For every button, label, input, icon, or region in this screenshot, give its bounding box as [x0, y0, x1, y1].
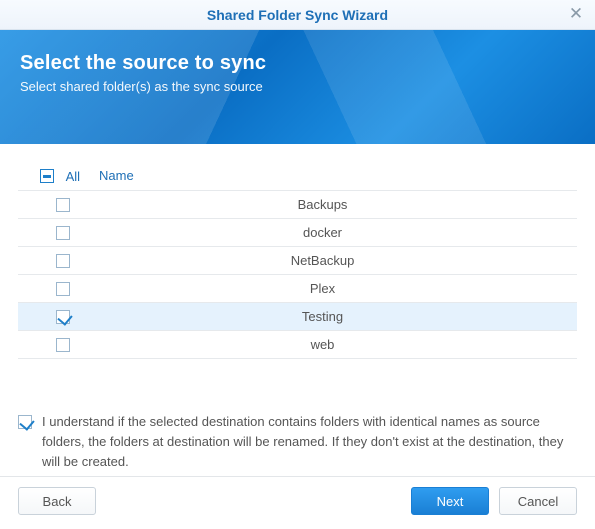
footer: Back Next Cancel: [0, 476, 595, 529]
table-row[interactable]: Backups: [18, 190, 577, 218]
row-checkbox[interactable]: [56, 198, 70, 212]
column-header-all-label: All: [66, 169, 80, 184]
row-checkbox[interactable]: [56, 226, 70, 240]
column-header-all[interactable]: All: [18, 162, 98, 190]
wizard-window: Shared Folder Sync Wizard ✕ Select the s…: [0, 0, 595, 529]
table-row[interactable]: Plex: [18, 274, 577, 302]
acknowledge-text: I understand if the selected destination…: [42, 412, 577, 472]
table-row[interactable]: docker: [18, 218, 577, 246]
row-checkbox[interactable]: [56, 254, 70, 268]
row-name: NetBackup: [98, 246, 547, 274]
row-name: web: [98, 330, 547, 358]
titlebar: Shared Folder Sync Wizard ✕: [0, 0, 595, 30]
close-icon[interactable]: ✕: [567, 5, 585, 23]
page-title: Select the source to sync: [20, 52, 575, 75]
next-button[interactable]: Next: [411, 487, 489, 515]
column-header-name[interactable]: Name: [98, 162, 547, 190]
cancel-button[interactable]: Cancel: [499, 487, 577, 515]
content-area: All Name BackupsdockerNetBackupPlexTesti…: [0, 144, 595, 394]
select-all-checkbox[interactable]: [40, 169, 54, 183]
acknowledge-checkbox[interactable]: [18, 415, 32, 429]
back-button[interactable]: Back: [18, 487, 96, 515]
table-row[interactable]: Testing: [18, 302, 577, 330]
banner: Select the source to sync Select shared …: [0, 30, 595, 144]
row-name: Backups: [98, 190, 547, 218]
table-row[interactable]: NetBackup: [18, 246, 577, 274]
acknowledgement-row: I understand if the selected destination…: [0, 394, 595, 476]
row-checkbox[interactable]: [56, 282, 70, 296]
folder-table: All Name BackupsdockerNetBackupPlexTesti…: [18, 162, 577, 359]
row-checkbox[interactable]: [56, 338, 70, 352]
row-name: Plex: [98, 274, 547, 302]
table-row[interactable]: web: [18, 330, 577, 358]
row-checkbox[interactable]: [56, 310, 70, 324]
row-name: docker: [98, 218, 547, 246]
row-name: Testing: [98, 302, 547, 330]
page-subtitle: Select shared folder(s) as the sync sour…: [20, 79, 575, 94]
window-title: Shared Folder Sync Wizard: [207, 7, 388, 23]
